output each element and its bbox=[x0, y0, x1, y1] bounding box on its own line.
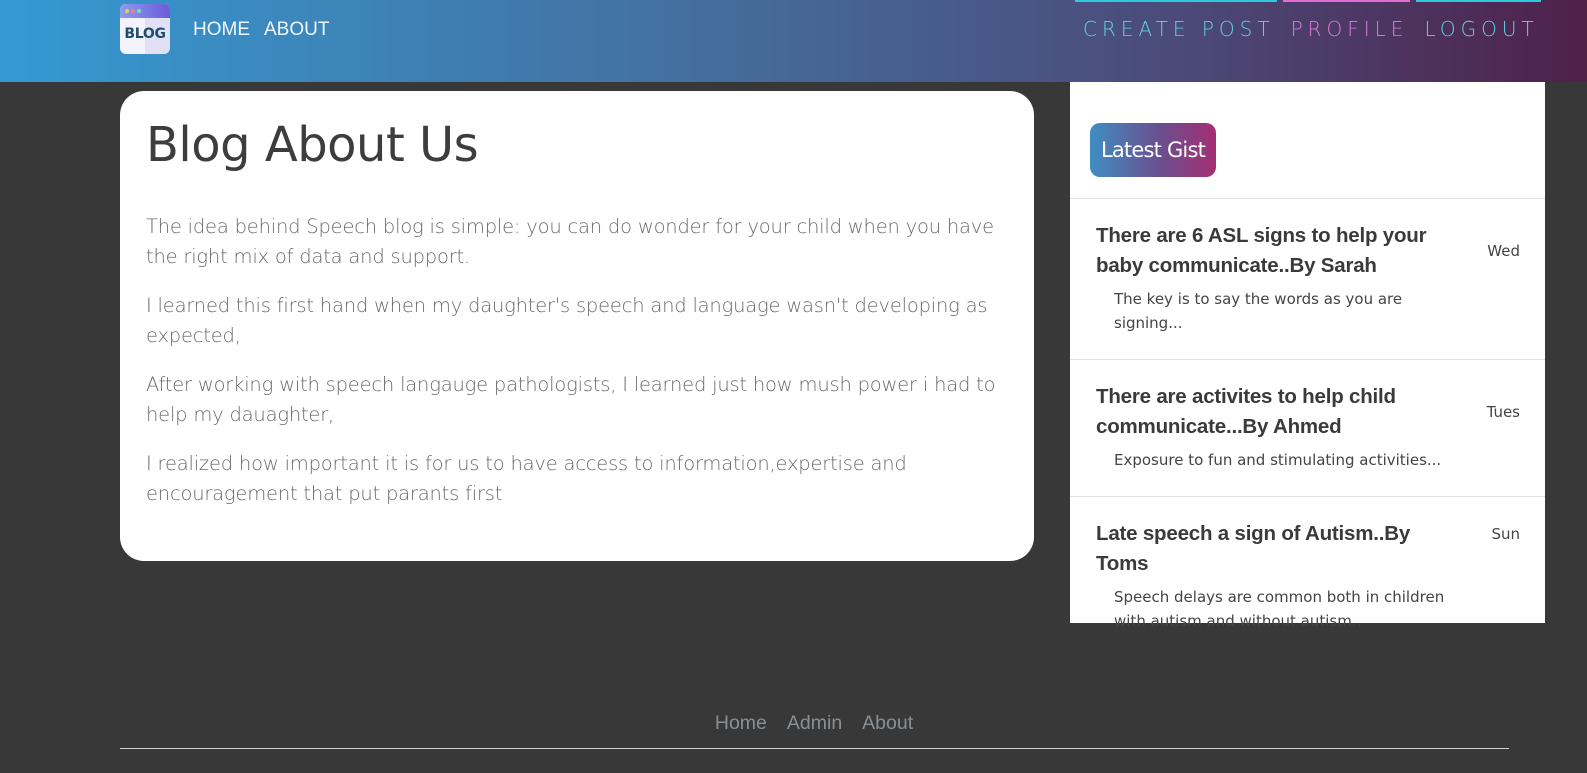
nav-logout[interactable]: LOGOUT bbox=[1416, 0, 1546, 41]
page-title: Blog About Us bbox=[146, 117, 479, 173]
logout-link[interactable]: LOGOUT bbox=[1424, 17, 1538, 41]
gist-description: Exposure to fun and stimulating activiti… bbox=[1114, 451, 1442, 469]
gist-day: Wed bbox=[1487, 242, 1520, 260]
footer-nav: Home Admin About bbox=[0, 712, 1587, 735]
gist-day: Sun bbox=[1491, 525, 1520, 543]
gist-list-item[interactable]: There are activites to help child commun… bbox=[1070, 359, 1545, 496]
about-paragraph: The idea behind Speech blog is simple: y… bbox=[146, 215, 994, 268]
logo-dot bbox=[137, 9, 141, 13]
nav-underline bbox=[1075, 0, 1277, 2]
top-navbar: BLOG HOME ABOUT CREATE POST PROFILE LOGO… bbox=[0, 0, 1587, 82]
latest-gist-badge: Latest Gist bbox=[1090, 123, 1216, 177]
profile-link[interactable]: PROFILE bbox=[1291, 17, 1409, 41]
about-paragraph: I realized how important it is for us to… bbox=[146, 452, 907, 505]
gist-list: There are 6 ASL signs to help your baby … bbox=[1070, 198, 1545, 657]
footer-admin-link[interactable]: Admin bbox=[787, 712, 842, 735]
nav-underline bbox=[1416, 0, 1541, 2]
create-post-link[interactable]: CREATE POST bbox=[1083, 17, 1275, 41]
nav-profile[interactable]: PROFILE bbox=[1282, 0, 1417, 41]
nav-home-link[interactable]: HOME bbox=[193, 19, 250, 41]
gist-title[interactable]: Late speech a sign of Autism..By Toms bbox=[1096, 519, 1465, 579]
logo-dot bbox=[131, 9, 135, 13]
footer-home-link[interactable]: Home bbox=[715, 712, 767, 735]
gist-list-item[interactable]: Late speech a sign of Autism..By Toms Sp… bbox=[1070, 496, 1545, 657]
gist-description: Speech delays are common both in childre… bbox=[1114, 588, 1445, 630]
gist-list-item[interactable]: There are 6 ASL signs to help your baby … bbox=[1070, 198, 1545, 359]
about-paragraph: I learned this first hand when my daught… bbox=[146, 294, 988, 347]
gist-title[interactable]: There are 6 ASL signs to help your baby … bbox=[1096, 221, 1465, 281]
nav-underline bbox=[1282, 0, 1411, 2]
about-card: Blog About Us The idea behind Speech blo… bbox=[120, 91, 1034, 561]
footer-divider bbox=[120, 748, 1509, 749]
nav-create-post[interactable]: CREATE POST bbox=[1075, 0, 1283, 41]
footer-about-link[interactable]: About bbox=[862, 712, 913, 735]
nav-about-link[interactable]: ABOUT bbox=[264, 19, 329, 41]
gist-description: The key is to say the words as you are s… bbox=[1114, 290, 1403, 332]
blog-logo[interactable]: BLOG bbox=[120, 4, 170, 54]
logo-dot bbox=[125, 9, 129, 13]
logo-text: BLOG bbox=[124, 26, 166, 42]
latest-gist-sidebar: Latest Gist There are 6 ASL signs to hel… bbox=[1070, 82, 1545, 630]
about-paragraph: After working with speech langauge patho… bbox=[146, 373, 996, 426]
primary-nav: HOME ABOUT bbox=[193, 19, 329, 41]
gist-title[interactable]: There are activites to help child commun… bbox=[1096, 382, 1465, 442]
user-nav: CREATE POST PROFILE LOGOUT bbox=[1075, 0, 1547, 41]
gist-day: Tues bbox=[1486, 403, 1520, 421]
